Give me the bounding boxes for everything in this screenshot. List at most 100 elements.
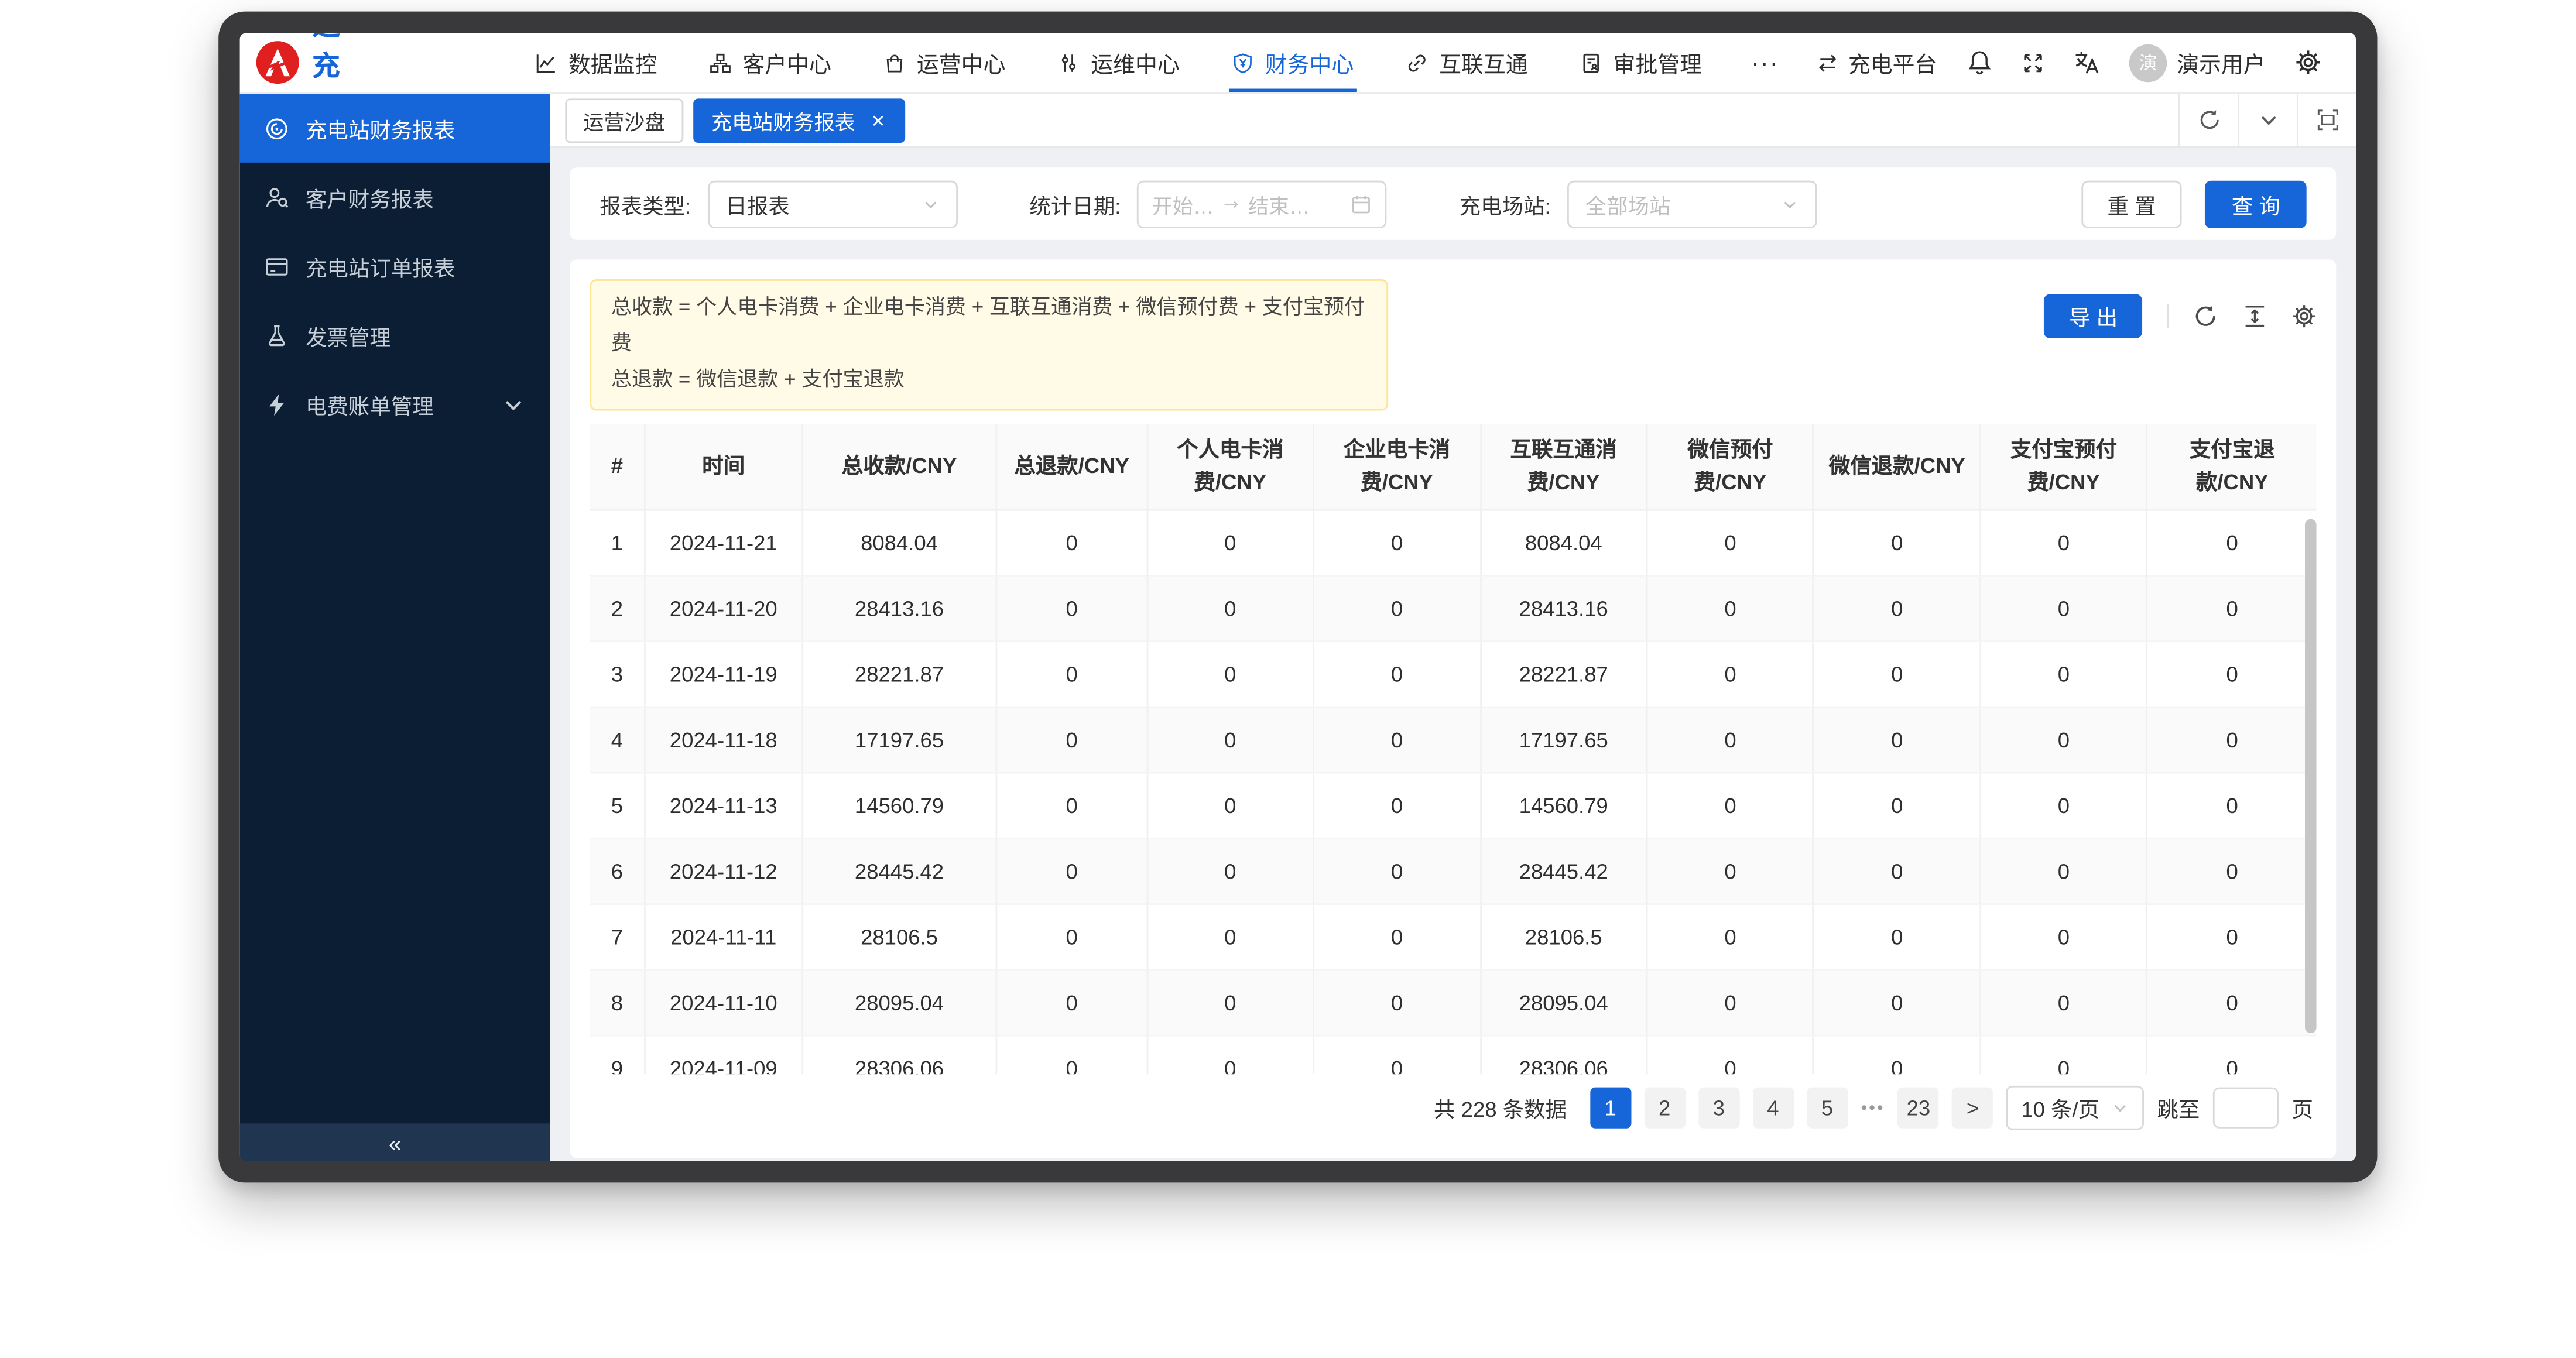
table-cell: 0 (1147, 707, 1314, 773)
fullscreen-icon (2022, 52, 2043, 73)
sidebar-item-[interactable]: 发票管理 (240, 301, 550, 370)
formula-line-1: 总收款 = 个人电卡消费 + 企业电卡消费 + 互联互通消费 + 微信预付费 +… (611, 291, 1367, 363)
query-button[interactable]: 查 询 (2205, 180, 2307, 227)
table-scrollbar[interactable] (2305, 509, 2317, 1068)
nav-more-button[interactable]: ··· (1728, 49, 1802, 76)
page-button-23[interactable]: 23 (1898, 1088, 1939, 1129)
page-button-1[interactable]: 1 (1590, 1088, 1631, 1129)
table-cell: 0 (1981, 576, 2148, 642)
table-cell: 0 (1314, 576, 1481, 642)
table-cell: 14560.79 (803, 773, 998, 839)
export-button[interactable]: 导 出 (2044, 294, 2142, 338)
top-nav-label: 运营中心 (917, 46, 1006, 79)
table-row: 92024-11-0928306.0600028306.060000 (590, 1036, 2316, 1075)
page-button-5[interactable]: 5 (1807, 1088, 1848, 1129)
sidebar-item-label: 电费账单管理 (306, 389, 434, 420)
table-cell: 0 (1314, 970, 1481, 1035)
report-type-select[interactable]: 日报表 (707, 180, 957, 227)
table-cell: 0 (1648, 707, 1815, 773)
scrollbar-thumb[interactable] (2305, 519, 2317, 1033)
table-cell: 0 (1648, 773, 1815, 839)
tab-label: 充电站财务报表 (711, 104, 855, 135)
table-cell: 0 (1814, 839, 1981, 904)
table-cell: 28095.04 (803, 970, 998, 1035)
page-size-select[interactable]: 10 条/页 (2006, 1086, 2144, 1130)
close-icon[interactable] (868, 111, 886, 129)
swap-icon (1817, 52, 1838, 73)
reset-button[interactable]: 重 置 (2081, 180, 2183, 227)
table-cell: 0 (2148, 576, 2317, 642)
refresh-table-icon[interactable] (2193, 304, 2218, 328)
user-menu[interactable]: 演 演示用户 (2114, 43, 2280, 81)
top-nav-item[interactable]: 互联互通 (1380, 33, 1554, 92)
sidebar-item-[interactable]: 充电站订单报表 (240, 232, 550, 301)
top-nav-item[interactable]: 数据监控 (509, 33, 683, 92)
jump-page-input[interactable] (2213, 1088, 2279, 1129)
table-cell: 0 (1147, 904, 1314, 970)
page-button-3[interactable]: 3 (1698, 1088, 1739, 1129)
report-table-wrap: #时间总收款/CNY总退款/CNY个人电卡消费/CNY企业电卡消费/CNY互联互… (590, 423, 2316, 1074)
sidebar-item-[interactable]: 客户财务报表 (240, 163, 550, 232)
table-cell: 0 (2148, 839, 2317, 904)
top-nav-label: 数据监控 (568, 46, 657, 79)
date-range-label: 统计日期: (1029, 188, 1121, 219)
tab[interactable]: 充电站财务报表 (693, 98, 905, 142)
table-cell: 0 (2148, 1036, 2317, 1075)
table-cell: 0 (1314, 773, 1481, 839)
total-count: 共 228 条数据 (1434, 1092, 1567, 1123)
chevron-down-icon (2256, 108, 2279, 131)
fullscreen-button[interactable] (2008, 52, 2058, 73)
page-button-2[interactable]: 2 (1644, 1088, 1685, 1129)
next-page-button[interactable]: > (1952, 1088, 1993, 1129)
platform-switch-button[interactable]: 充电平台 (1802, 46, 1951, 79)
tab-maximize-button[interactable] (2297, 94, 2356, 146)
table-cell: 0 (1814, 576, 1981, 642)
notifications-button[interactable] (1952, 49, 2008, 76)
table-cell: 0 (1314, 642, 1481, 707)
settings-button[interactable] (2280, 49, 2336, 76)
table-cell: 0 (1314, 707, 1481, 773)
table-cell: 0 (1981, 510, 2148, 576)
table-cell: 28221.87 (803, 642, 998, 707)
control-sliders-icon (1058, 52, 1079, 73)
top-nav-item[interactable]: 审批管理 (1554, 33, 1728, 92)
table-cell: 0 (1147, 576, 1314, 642)
sidebar-collapse-button[interactable]: « (240, 1123, 550, 1161)
table-row: 72024-11-1128106.500028106.50000 (590, 904, 2316, 970)
date-range-picker[interactable]: 开始… 结束… (1138, 180, 1388, 227)
page-button-4[interactable]: 4 (1752, 1088, 1793, 1129)
table-cell: 0 (2148, 970, 2317, 1035)
table-cell: 0 (2148, 642, 2317, 707)
top-nav-item[interactable]: 财务中心 (1206, 33, 1380, 92)
chevron-down-icon (1780, 195, 1799, 213)
language-button[interactable] (2058, 49, 2114, 76)
device-frame: 迅充网 数据监控 客户中心 运营中心 运维中心 财务中心 互联互通 审批管理 ·… (218, 12, 2377, 1183)
top-nav-item[interactable]: 运营中心 (858, 33, 1032, 92)
sidebar-item-[interactable]: 电费账单管理 (240, 369, 550, 438)
lightning-icon (265, 392, 289, 416)
top-nav-item[interactable]: 客户中心 (683, 33, 857, 92)
tab[interactable]: 运营沙盘 (565, 98, 683, 142)
sidebar: 充电站财务报表 客户财务报表 充电站订单报表 发票管理 电费账单管理 « (240, 94, 550, 1161)
divider (2167, 304, 2169, 328)
table-cell: 0 (2148, 904, 2317, 970)
shopping-bag-icon (884, 52, 905, 73)
column-settings-icon[interactable] (2292, 304, 2317, 328)
table-cell: 0 (1314, 839, 1481, 904)
row-density-icon[interactable] (2242, 304, 2267, 328)
column-header: 个人电卡消费/CNY (1147, 423, 1314, 510)
column-header: 时间 (646, 423, 803, 510)
table-cell: 0 (1648, 576, 1815, 642)
brand-logo-icon (256, 41, 299, 84)
station-select[interactable]: 全部场站 (1567, 180, 1817, 227)
app-header: 迅充网 数据监控 客户中心 运营中心 运维中心 财务中心 互联互通 审批管理 ·… (240, 33, 2356, 94)
column-header: 支付宝预付费/CNY (1981, 423, 2148, 510)
tab-options-button[interactable] (2238, 94, 2297, 146)
table-cell: 8084.04 (803, 510, 998, 576)
table-cell: 2 (590, 576, 646, 642)
top-nav-item[interactable]: 运维中心 (1032, 33, 1205, 92)
page-ellipsis[interactable]: ••• (1861, 1098, 1885, 1118)
tab-refresh-button[interactable] (2178, 94, 2238, 146)
table-cell: 0 (1648, 510, 1815, 576)
sidebar-item-label: 客户财务报表 (306, 181, 434, 212)
